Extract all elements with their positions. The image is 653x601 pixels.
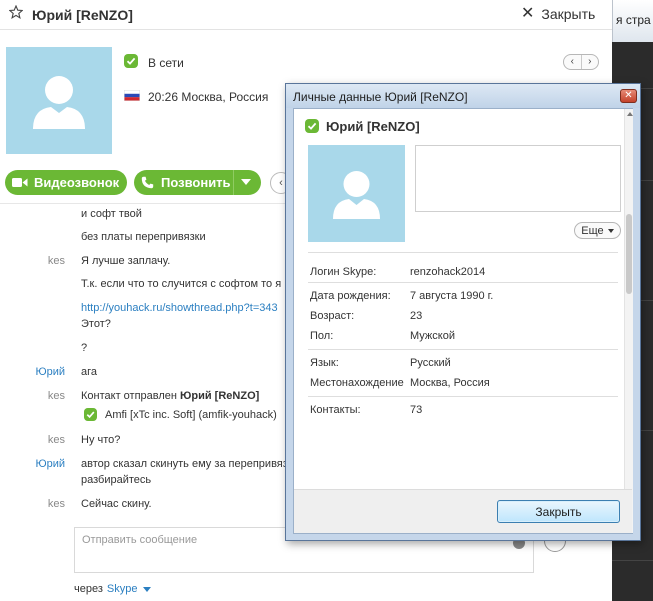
message-sender: kes [47,255,65,267]
message-sender: Юрий [35,366,65,378]
via-label: через [74,583,103,595]
favorite-star-icon[interactable] [9,5,23,19]
location-value: Москва, Россия [410,377,490,389]
status-text: В сети [148,56,184,70]
dialog-close-button[interactable]: Закрыть [497,500,620,523]
online-status-icon [305,119,319,133]
message-text: Этот? [81,318,111,330]
online-status-icon [84,408,97,421]
background-tab-text: я стра [616,13,651,27]
mood-message-box [415,145,621,212]
language-value: Русский [410,357,451,369]
language-label: Язык: [310,357,339,369]
message-text: Ну что? [81,434,121,446]
default-avatar-icon [33,76,85,129]
video-call-label: Видеозвонок [34,175,120,190]
location-label: Местонахождение [310,377,404,389]
contact-avatar[interactable] [6,47,112,154]
online-status-icon [124,54,138,68]
age-label: Возраст: [310,310,355,322]
message-text: ? [81,342,88,354]
local-time-location: 20:26 Москва, Россия [148,90,269,104]
close-icon: ✕ [521,5,535,22]
via-service[interactable]: Skype [107,583,138,595]
scrollbar-thumb[interactable] [626,214,632,294]
call-button-divider [233,170,234,195]
chevron-left-icon[interactable]: ‹ [564,55,582,69]
conversation-header: Юрий [ReNZO] ✕ Закрыть [0,0,612,30]
skype-login-value: renzohack2014 [410,266,486,278]
dialog-scrollbar[interactable] [624,109,633,533]
dialog-title-bar[interactable]: Личные данные Юрий [ReNZO] ✕ [286,84,640,108]
message-sender: kes [47,390,65,402]
message-input-placeholder: Отправить сообщение [82,534,198,546]
message-text: Я лучше заплачу. [81,255,171,267]
personal-data-dialog: Личные данные Юрий [ReNZO] ✕ Юрий [ReNZO… [285,83,641,541]
contact-sent-name: Юрий [ReNZO] [180,390,260,402]
gender-value: Мужской [410,330,455,342]
message-sender: kes [47,434,65,446]
call-label: Позвонить [161,175,231,190]
close-label: Закрыть [541,6,596,22]
message-link[interactable]: http://youhack.ru/showthread.php?t=343 [81,302,278,314]
phone-icon [141,176,154,189]
scroll-up-icon[interactable] [627,112,633,116]
birthdate-label: Дата рождения: [310,290,391,302]
video-camera-icon [12,178,28,187]
message-text: Т.к. если что то случится с софтом то я [81,278,282,290]
message-sender: kes [47,498,65,510]
age-value: 23 [410,310,423,322]
russia-flag-icon [124,90,140,101]
chevron-down-icon[interactable] [241,179,251,185]
profile-nav-arrows[interactable]: ‹ › [563,54,599,70]
gender-label: Пол: [310,330,334,342]
dialog-close-icon[interactable]: ✕ [620,89,637,103]
video-call-button[interactable]: Видеозвонок [5,170,127,195]
dialog-body: Юрий [ReNZO] Еще Логин Skype: renzohack2… [293,108,633,534]
dialog-title: Личные данные Юрий [ReNZO] [293,90,468,104]
contacts-label: Контакты: [310,404,361,416]
message-text: разбирайтесь [81,474,152,486]
message-text: ага [81,366,98,378]
dialog-contact-avatar [308,145,405,242]
message-text: без платы перепривязки [81,231,206,243]
chevron-down-icon[interactable] [143,586,152,592]
background-line [612,560,653,561]
more-button[interactable]: Еще [574,222,621,239]
shared-contact-link[interactable]: Amfi [xTc inc. Soft] (amfik-youhack) [105,409,277,421]
section-divider [308,396,618,397]
message-text: и софт твой [81,208,142,220]
skype-login-label: Логин Skype: [310,266,377,278]
contact-sent-message: Контакт отправлен Юрий [ReNZO] [81,390,259,402]
default-avatar-icon [333,171,380,219]
more-label: Еще [581,224,604,237]
chevron-down-icon [607,228,614,233]
send-via-selector[interactable]: через Skype [74,583,152,595]
message-text: автор сказал скинуть ему за перепривяз [81,458,288,470]
close-conversation-button[interactable]: ✕ Закрыть [521,5,596,23]
call-button[interactable]: Позвонить [134,170,261,195]
contact-title: Юрий [ReNZO] [32,7,133,23]
dialog-footer: Закрыть [294,489,632,533]
birthdate-value: 7 августа 1990 г. [410,290,494,302]
section-divider [308,282,618,283]
message-text: Сейчас скину. [81,498,152,510]
message-sender: Юрий [35,458,65,470]
dialog-contact-name: Юрий [ReNZO] [326,119,420,134]
section-divider [308,252,618,253]
contacts-value: 73 [410,404,423,416]
contact-sent-prefix: Контакт отправлен [81,390,181,402]
section-divider [308,349,618,350]
background-window-tab[interactable]: я стра [612,0,653,42]
chevron-right-icon[interactable]: › [582,55,599,69]
